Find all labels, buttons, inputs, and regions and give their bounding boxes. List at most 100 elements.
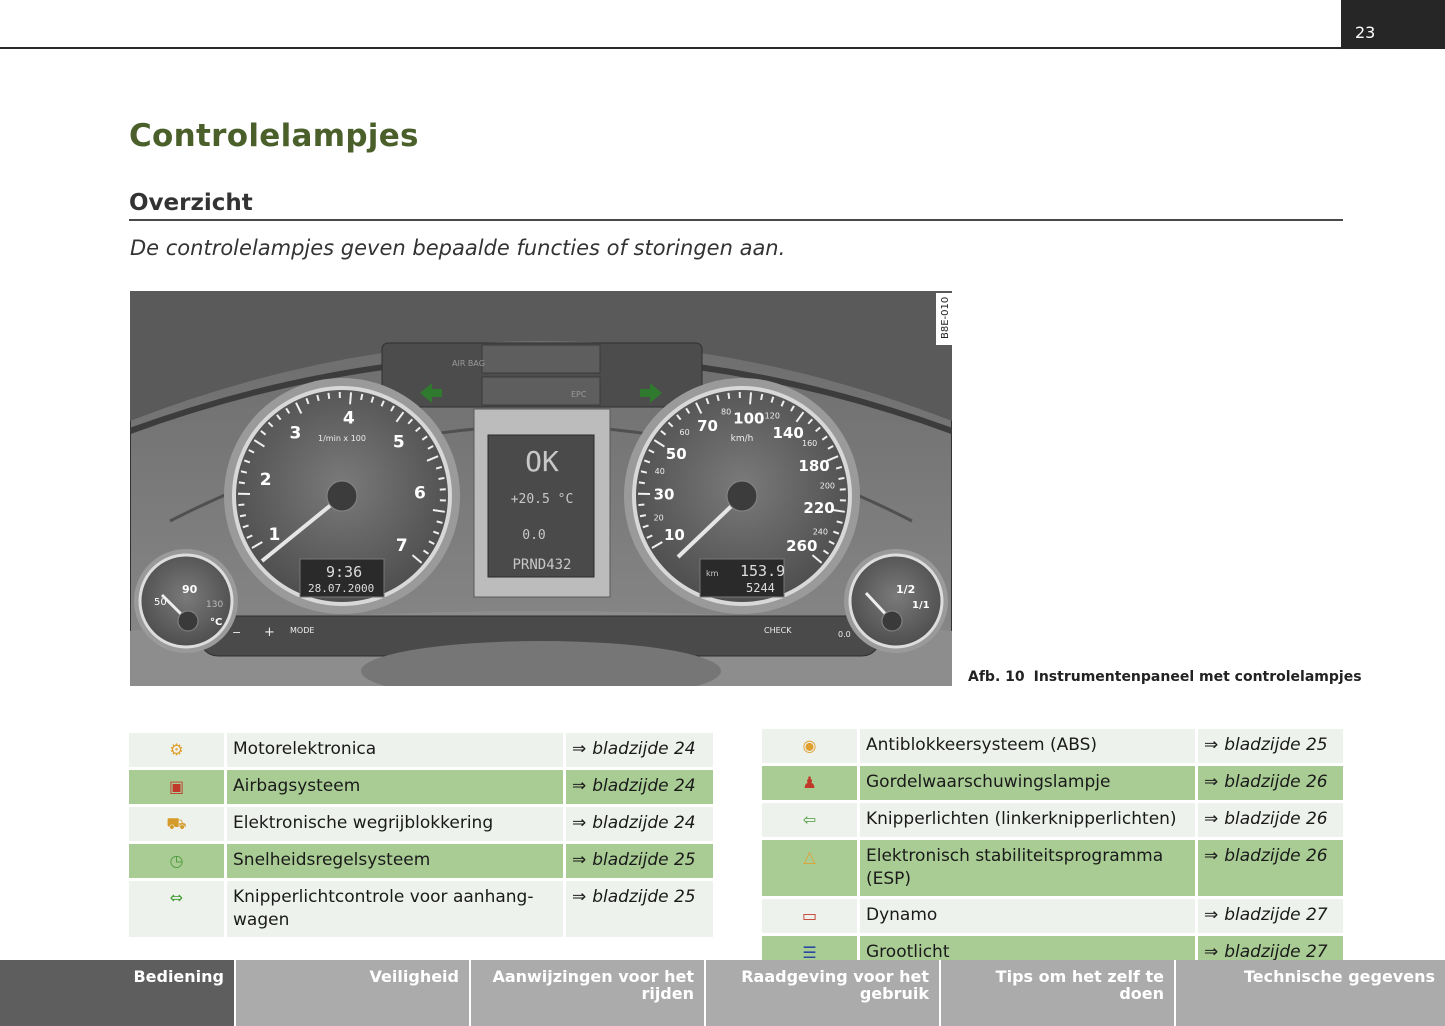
speed-minor-label: 80: [721, 407, 731, 416]
check-button[interactable]: CHECK: [764, 626, 792, 635]
tab-technische-gegevens[interactable]: Technische gegevens: [1174, 960, 1445, 1026]
lamp-label: Motorelektronica: [227, 733, 563, 767]
icon-cell: ◷: [129, 844, 227, 878]
page-reference[interactable]: ⇒ bladzijde 25: [1195, 729, 1343, 763]
temp-unit: °C: [210, 617, 222, 628]
speed-label: 220: [803, 499, 834, 517]
arrow-right-icon: ⇒: [572, 739, 587, 759]
speed-label: 180: [798, 457, 829, 475]
tab-aanwijzingen-rijden[interactable]: Aanwijzingen voor het rijden: [469, 960, 704, 1026]
speed-minor-label: 160: [802, 439, 817, 448]
speed-tick: [640, 470, 648, 474]
trailer-indicator-icon: ⇔: [169, 888, 184, 907]
figure-code: B8E-010: [940, 297, 951, 339]
table-row: ♟ Gordelwaarschuwingslampje ⇒ bladzijde 26: [762, 766, 1343, 800]
speed-tick: [838, 476, 845, 480]
mode-button[interactable]: MODE: [290, 626, 314, 635]
display-consumption: 0.0: [522, 528, 545, 543]
speed-label: 260: [786, 537, 817, 555]
tachometer: 1 2 3 4 5 6 7 1/min x 100 9:36 28.07.2000: [224, 378, 460, 614]
header-rule: [0, 47, 1445, 49]
arrow-right-icon: ⇒: [1204, 809, 1219, 829]
page-reference-text: bladzijde 25: [592, 887, 696, 907]
lamp-label: Snelheidsregelsysteem: [227, 844, 563, 878]
engine-electronics-icon: ⚙: [169, 740, 184, 759]
page-reference[interactable]: ⇒ bladzijde 26: [1195, 840, 1343, 896]
arrow-right-icon: ⇒: [1204, 942, 1219, 962]
speed-tick: [716, 394, 720, 402]
speed-label: 140: [772, 424, 803, 442]
page-number: 23: [1341, 0, 1445, 49]
page-reference-text: bladzijde 26: [1224, 809, 1328, 829]
lamp-label: Elektronische wegrijblokkering: [227, 807, 563, 841]
odometer-readout: 5244: [746, 581, 775, 595]
figure-caption-number: Afb. 10: [968, 669, 1025, 685]
chapter-navigation: Bediening Veiligheid Aanwijzingen voor h…: [0, 960, 1445, 1026]
speed-tick: [727, 392, 731, 399]
table-row: ▣ Airbagsysteem ⇒ bladzijde 24: [129, 770, 713, 804]
fuel-label-full: 1/1: [912, 600, 930, 611]
reset-button[interactable]: 0.0: [838, 630, 851, 639]
airbag-icon: ▣: [168, 777, 185, 796]
table-row: △ Elektronisch stabiliteitsprogramma (ESP…: [762, 840, 1343, 896]
speed-tick: [638, 503, 645, 507]
speed-minor-label: 200: [820, 482, 835, 491]
tach-tick: [327, 392, 331, 399]
tab-veiligheid[interactable]: Veiligheid: [234, 960, 469, 1026]
tach-tick: [349, 392, 353, 405]
page-reference[interactable]: ⇒ bladzijde 25: [563, 844, 713, 878]
turn-signal-icon: ⇦: [802, 810, 817, 829]
icon-cell: ⇔: [129, 881, 227, 937]
tab-tips-zelf-doen[interactable]: Tips om het zelf te doen: [939, 960, 1174, 1026]
tach-tick: [238, 503, 245, 507]
figure-caption: Afb. 10 Instrumentenpaneel met controlela…: [968, 669, 1362, 685]
odometer-unit: km: [706, 569, 719, 578]
tach-tick: [438, 476, 445, 480]
page-reference-text: bladzijde 26: [1224, 846, 1328, 866]
tach-label: 5: [393, 432, 405, 452]
tach-tick: [240, 470, 248, 474]
arrow-right-icon: ⇒: [1204, 735, 1219, 755]
icon-cell: ⇦: [762, 803, 860, 837]
page-reference-text: bladzijde 27: [1224, 905, 1328, 925]
tab-bediening[interactable]: Bediening: [0, 960, 234, 1026]
temp-label-high: 130: [206, 600, 223, 610]
tab-raadgeving-gebruik[interactable]: Raadgeving voor het gebruik: [704, 960, 939, 1026]
table-row: ⚙ Motorelektronica ⇒ bladzijde 24: [129, 733, 713, 767]
clock-readout: 9:36: [326, 563, 362, 581]
instrument-panel-figure: AIR BAG EPC 1 2 3 4 5 6 7 1/min x 100 9:36 28.…: [130, 291, 952, 686]
lamp-label: Gordelwaarschuwingslampje: [860, 766, 1195, 800]
tach-label: 6: [414, 484, 426, 504]
tach-tick: [239, 514, 247, 518]
figure-caption-text: Instrumentenpaneel met controlelampjes: [1033, 669, 1362, 685]
speed-label: 100: [733, 409, 764, 427]
airbag-lamp-text: AIR BAG: [452, 359, 485, 368]
arrow-right-icon: ⇒: [572, 813, 587, 833]
page-reference-text: bladzijde 26: [1224, 772, 1328, 792]
icon-cell: △: [762, 840, 860, 896]
alternator-icon: ▭: [801, 906, 818, 925]
coolant-temperature-gauge: 50 90 130 °C: [134, 549, 238, 653]
page-reference[interactable]: ⇒ bladzijde 24: [563, 733, 713, 767]
icon-cell: ⛟: [129, 807, 227, 841]
speed-tick: [749, 392, 753, 405]
icon-cell: ◉: [762, 729, 860, 763]
page-reference-text: bladzijde 24: [592, 776, 696, 796]
tach-label: 4: [343, 408, 355, 428]
tach-unit: 1/min x 100: [318, 434, 366, 443]
section-rule: [129, 219, 1343, 221]
page-reference[interactable]: ⇒ bladzijde 27: [1195, 899, 1343, 933]
minus-button[interactable]: −: [232, 626, 241, 639]
page-reference[interactable]: ⇒ bladzijde 25: [563, 881, 713, 937]
page-reference[interactable]: ⇒ bladzijde 24: [563, 807, 713, 841]
table-row: ◷ Snelheidsregelsysteem ⇒ bladzijde 25: [129, 844, 713, 878]
icon-cell: ▭: [762, 899, 860, 933]
cruise-control-icon: ◷: [169, 851, 184, 870]
icon-cell: ⚙: [129, 733, 227, 767]
page-reference[interactable]: ⇒ bladzijde 26: [1195, 803, 1343, 837]
fuel-label-half: 1/2: [896, 583, 915, 596]
plus-button[interactable]: +: [264, 625, 275, 640]
lamp-label: Knipperlichtcontrole voor aanhang-wagen: [227, 881, 563, 937]
page-reference[interactable]: ⇒ bladzijde 26: [1195, 766, 1343, 800]
page-reference[interactable]: ⇒ bladzijde 24: [563, 770, 713, 804]
